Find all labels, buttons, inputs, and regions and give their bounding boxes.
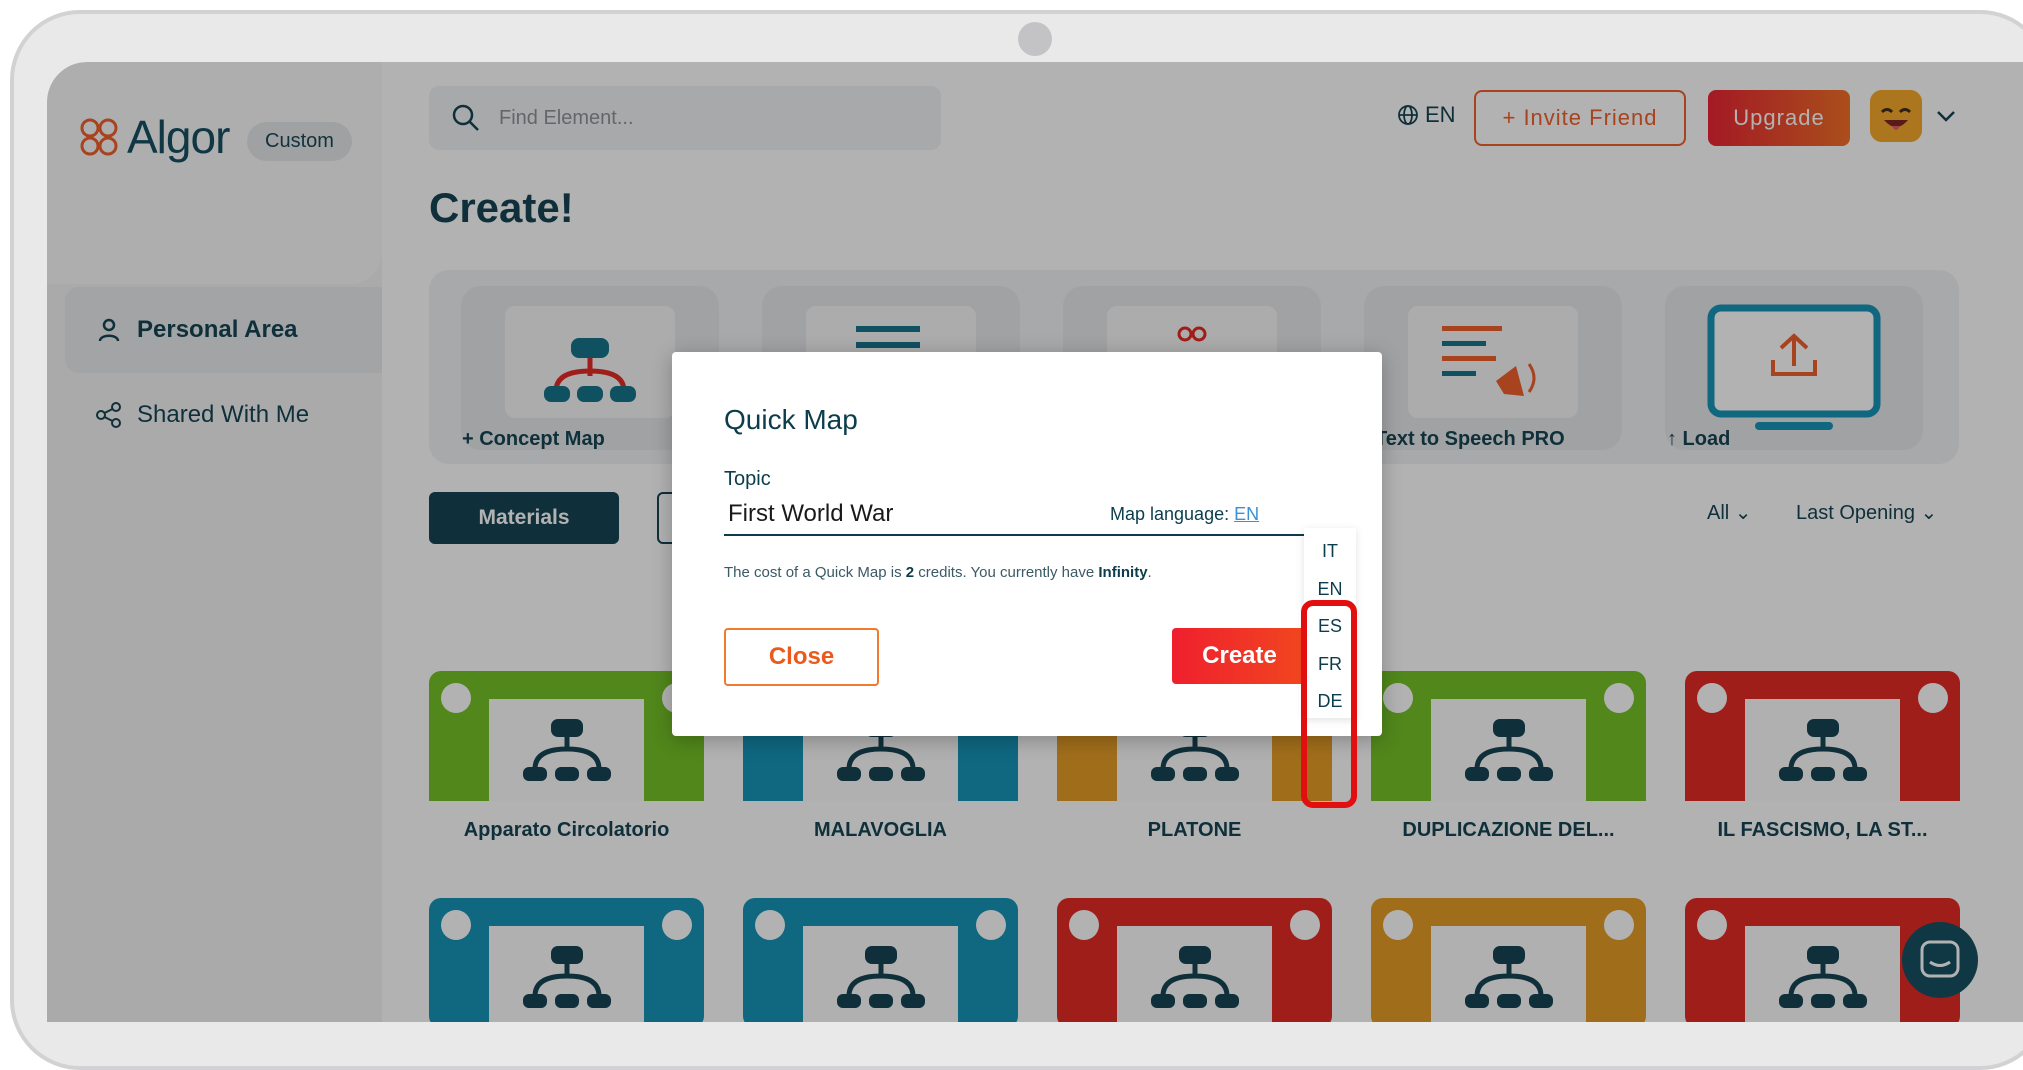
topic-label: Topic	[724, 468, 771, 490]
camera-dot	[1018, 22, 1052, 56]
language-option-it[interactable]: IT	[1304, 536, 1356, 566]
cost-value: 2	[905, 564, 915, 581]
app-screen: Algor Custom Personal Area Shared With M…	[47, 62, 2023, 1022]
quick-map-dialog: Quick Map Topic Map language: EN The cos…	[672, 352, 1382, 736]
cost-note: The cost of a Quick Map is 2 credits. Yo…	[724, 564, 1152, 581]
cost-suffix: .	[1147, 564, 1152, 581]
create-button[interactable]: Create	[1172, 628, 1307, 684]
highlight-annotation	[1301, 600, 1357, 808]
dialog-title: Quick Map	[724, 404, 858, 435]
map-language-label: Map language:	[1110, 504, 1235, 524]
credits-value: Infinity	[1098, 564, 1148, 581]
close-button[interactable]: Close	[724, 628, 879, 686]
map-language-selector[interactable]: Map language: EN	[1110, 504, 1259, 525]
cost-mid: credits. You currently have	[914, 564, 1099, 581]
map-language-value[interactable]: EN	[1234, 504, 1259, 524]
cost-prefix: The cost of a Quick Map is	[724, 564, 906, 581]
